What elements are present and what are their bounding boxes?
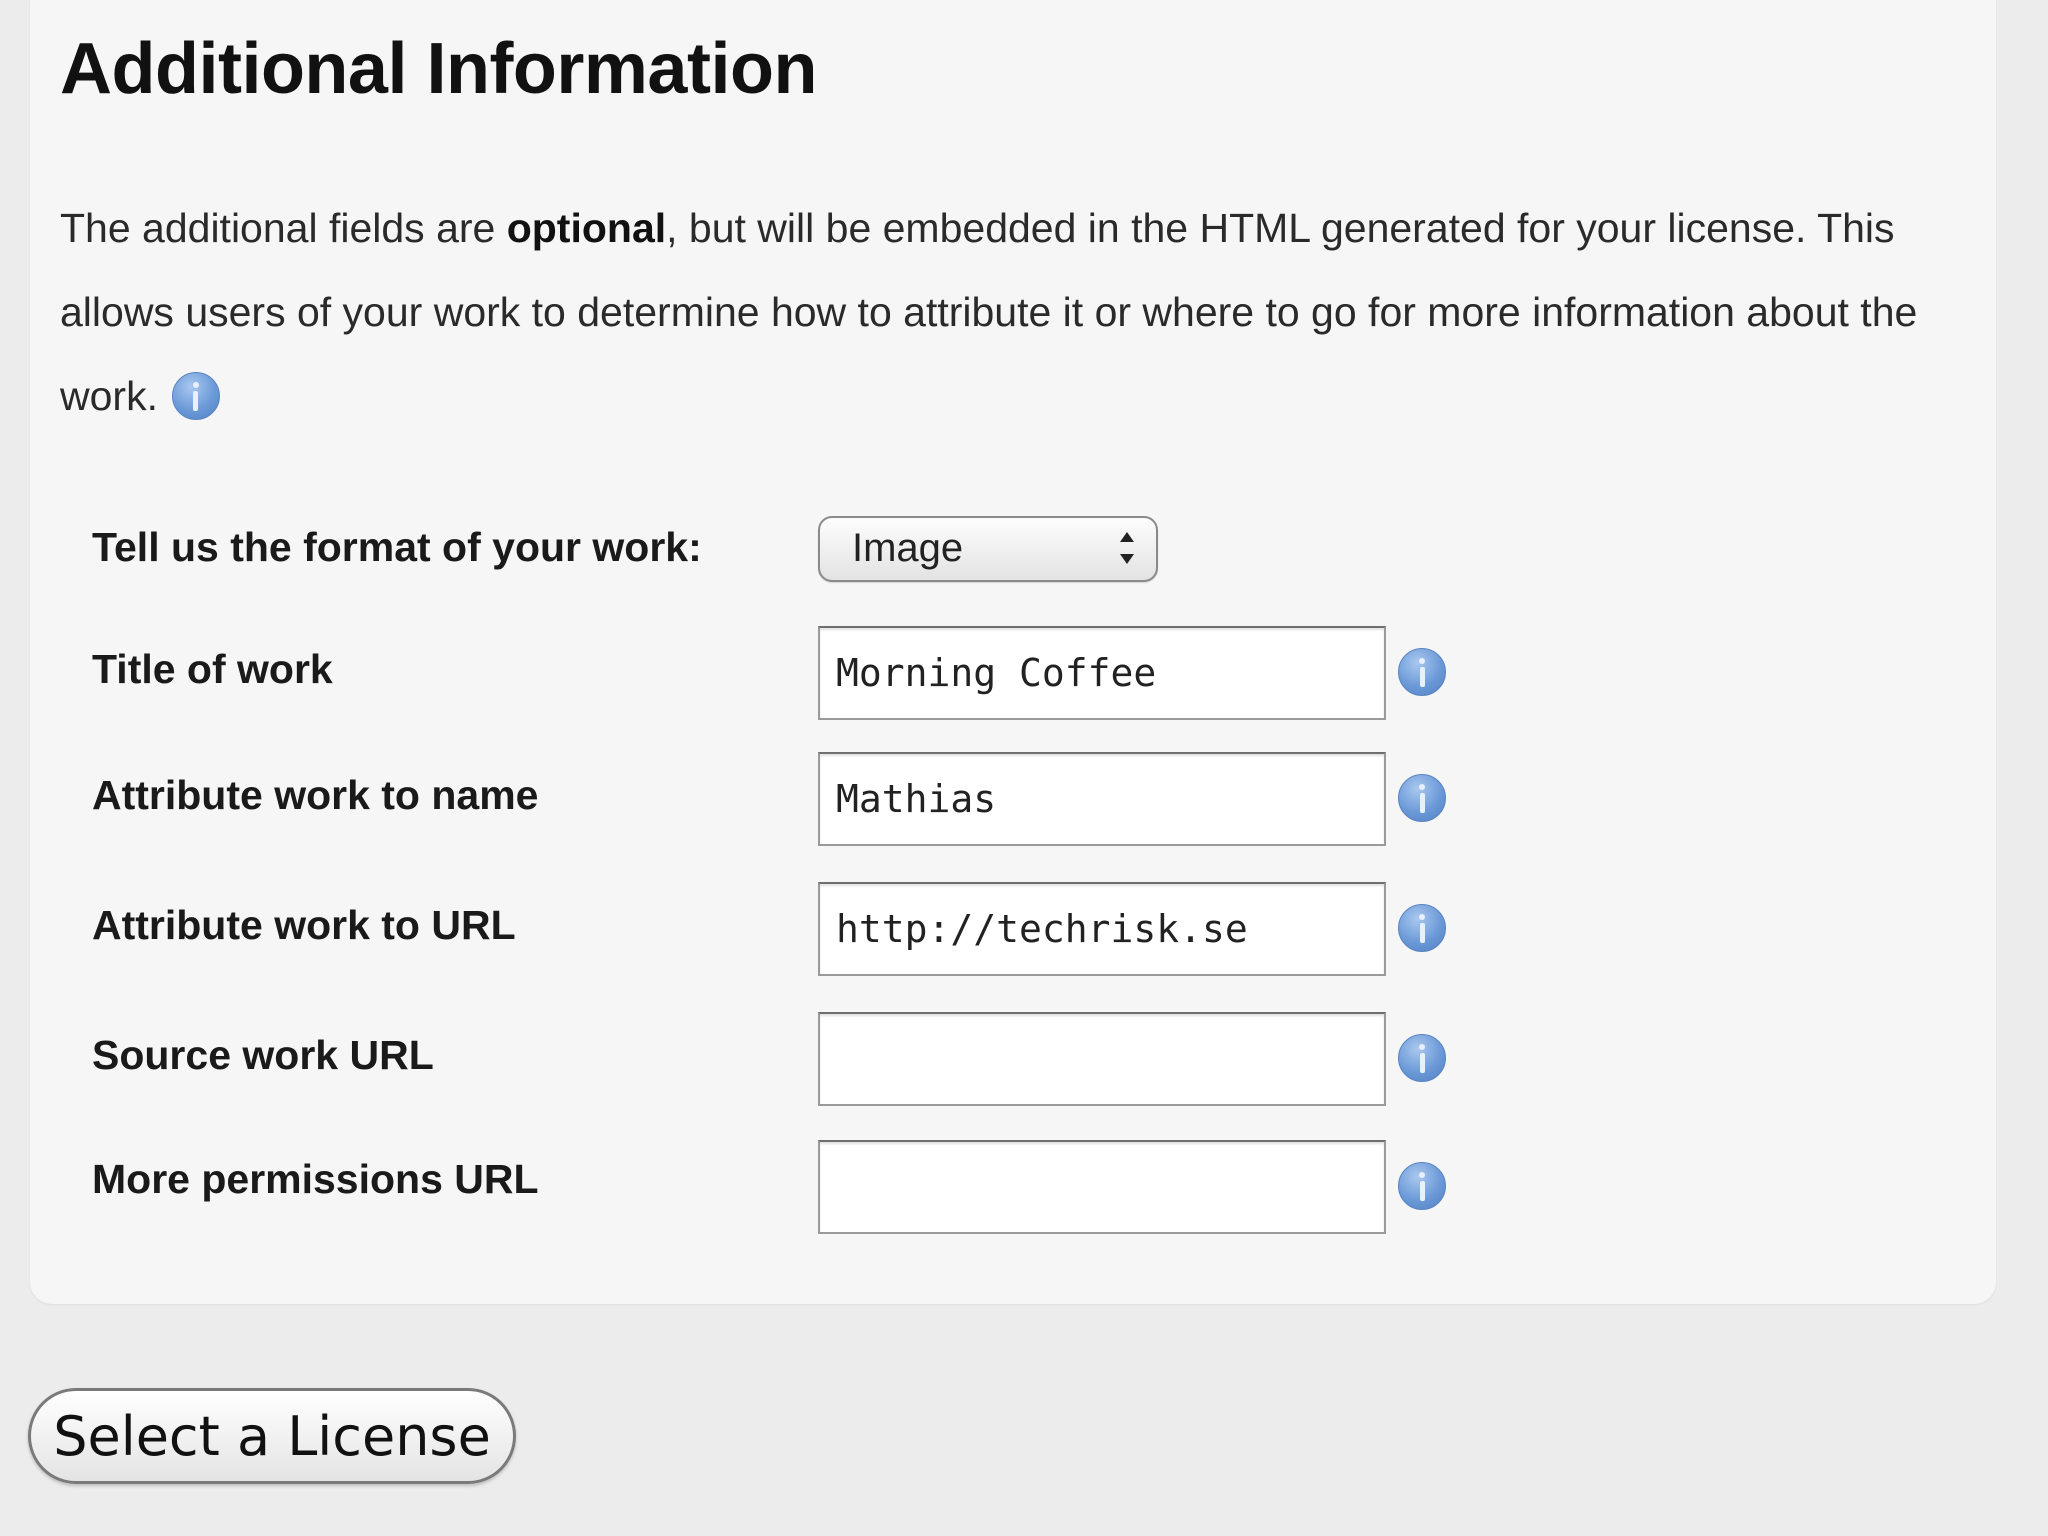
source-url-row: Source work URL — [92, 1012, 1492, 1108]
source-url-info-icon[interactable] — [1398, 1034, 1446, 1082]
page: Additional Information The additional fi… — [0, 0, 2048, 1536]
attribute-url-info-icon[interactable] — [1398, 904, 1446, 952]
format-row: Tell us the format of your work: Image — [92, 516, 1492, 612]
permissions-url-row: More permissions URL — [92, 1140, 1492, 1236]
source-url-label: Source work URL — [92, 1032, 434, 1078]
title-of-work-row: Title of work — [92, 626, 1492, 722]
source-url-input[interactable] — [818, 1012, 1386, 1106]
up-down-arrows-icon — [1116, 526, 1138, 572]
info-icon[interactable] — [171, 372, 220, 421]
format-label: Tell us the format of your work: — [92, 524, 702, 570]
title-of-work-label: Title of work — [92, 646, 333, 692]
permissions-url-input[interactable] — [818, 1140, 1386, 1234]
attribute-name-label: Attribute work to name — [92, 772, 539, 818]
attribute-name-input[interactable] — [818, 752, 1386, 846]
intro-text: The additional fields are optional, but … — [60, 186, 1970, 438]
attribute-url-input[interactable] — [818, 882, 1386, 976]
attribute-name-info-icon[interactable] — [1398, 774, 1446, 822]
permissions-url-info-icon[interactable] — [1398, 1162, 1446, 1210]
attribute-url-row: Attribute work to URL — [92, 882, 1492, 978]
attribute-url-label: Attribute work to URL — [92, 902, 516, 948]
select-license-button[interactable]: Select a License — [28, 1388, 516, 1484]
attribute-name-row: Attribute work to name — [92, 752, 1492, 848]
title-info-icon[interactable] — [1398, 648, 1446, 696]
intro-text-bold: optional — [506, 205, 667, 251]
format-select-value: Image — [852, 526, 964, 570]
permissions-url-label: More permissions URL — [92, 1156, 539, 1202]
section-title: Additional Information — [60, 29, 817, 109]
format-select[interactable]: Image — [818, 516, 1158, 582]
title-of-work-input[interactable] — [818, 626, 1386, 720]
intro-text-start: The additional fields are — [60, 205, 507, 251]
